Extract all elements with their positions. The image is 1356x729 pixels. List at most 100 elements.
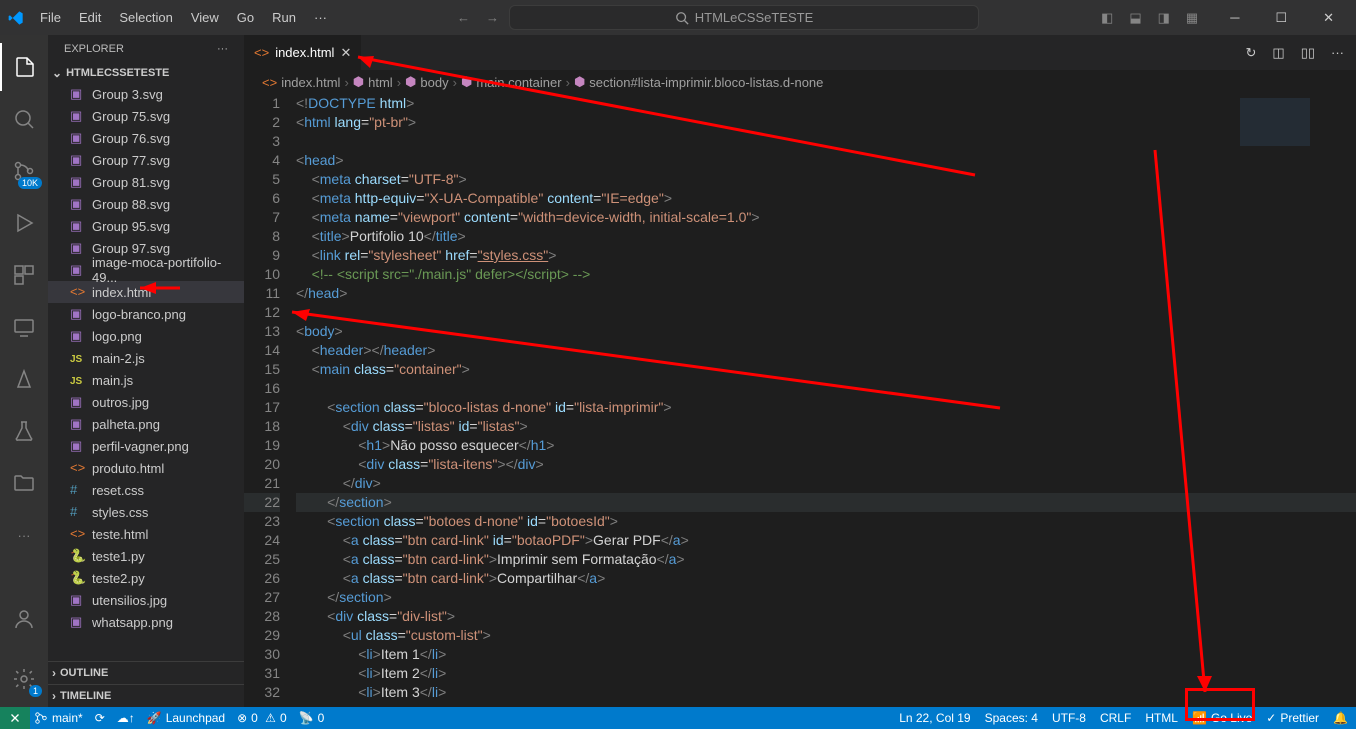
remote-button[interactable] [0,707,30,729]
search-panel-icon[interactable] [0,95,48,143]
minimap[interactable] [1236,94,1356,182]
prettier-status[interactable]: ✓ Prettier [1266,711,1319,725]
file-type-icon: ▣ [70,592,86,608]
remote-icon[interactable] [0,303,48,351]
file-item[interactable]: ▣whatsapp.png [48,611,244,633]
maximize-icon[interactable]: ☐ [1261,10,1301,26]
breadcrumb-item[interactable]: ⬢ section#lista-imprimir.bloco-listas.d-… [574,74,823,90]
lang-status[interactable]: HTML [1145,711,1178,725]
command-center[interactable]: HTMLeCSSeTESTE [509,5,979,30]
layout-secondary-icon[interactable]: ◨ [1158,10,1170,26]
file-type-icon: ▣ [70,86,86,102]
breadcrumb[interactable]: <> index.html›⬢ html›⬢ body›⬢ main.conta… [244,70,1356,94]
file-item[interactable]: 🐍teste1.py [48,545,244,567]
tab-more-icon[interactable]: ··· [1331,45,1344,61]
file-type-icon: ▣ [70,328,86,344]
layout-panel-icon[interactable]: ⬓ [1129,10,1141,26]
search-text: HTMLeCSSeTESTE [695,10,813,25]
tab-index[interactable]: <> index.html ✕ [244,35,362,70]
cloud-icon[interactable]: ☁↑ [117,711,135,725]
file-name: whatsapp.png [92,615,173,630]
timeline-section[interactable]: ›TIMELINE [48,684,244,707]
file-type-icon: 🐍 [70,548,86,564]
file-item[interactable]: ▣Group 81.svg [48,171,244,193]
extensions-icon[interactable] [0,251,48,299]
explorer-icon[interactable] [0,43,48,91]
minimize-icon[interactable]: ─ [1216,10,1253,25]
layout-primary-icon[interactable]: ◧ [1101,10,1113,26]
file-item[interactable]: #styles.css [48,501,244,523]
editor-area: <> index.html ✕ ↻ ◫ ▯▯ ··· <> index.html… [244,35,1356,707]
file-item[interactable]: ▣Group 75.svg [48,105,244,127]
flask-icon[interactable] [0,407,48,455]
account-icon[interactable] [0,595,48,643]
nav-back-icon[interactable]: ← [457,10,470,25]
more-icon[interactable]: ··· [0,511,48,559]
titlebar: File Edit Selection View Go Run ··· ← → … [0,0,1356,35]
folder-icon[interactable] [0,459,48,507]
breadcrumb-item[interactable]: ⬢ html [353,74,393,90]
tab-close-icon[interactable]: ✕ [340,45,351,61]
file-item[interactable]: ▣image-moca-portifolio-49... [48,259,244,281]
close-icon[interactable]: ✕ [1309,10,1348,26]
file-item[interactable]: ▣outros.jpg [48,391,244,413]
menu-edit[interactable]: Edit [71,6,109,29]
file-item[interactable]: 🐍teste2.py [48,567,244,589]
run-debug-icon[interactable] [0,199,48,247]
file-name: index.html [92,285,151,300]
file-item[interactable]: ▣Group 76.svg [48,127,244,149]
file-item[interactable]: ▣Group 88.svg [48,193,244,215]
file-name: Group 88.svg [92,197,170,212]
source-control-icon[interactable]: 10K [0,147,48,195]
file-item[interactable]: ▣perfil-vagner.png [48,435,244,457]
project-header[interactable]: ⌄HTMLECSSETESTE [48,63,244,83]
nav-forward-icon[interactable]: → [486,10,499,25]
spaces-status[interactable]: Spaces: 4 [985,711,1038,725]
layout-customize-icon[interactable]: ▦ [1186,10,1198,26]
menu-selection[interactable]: Selection [111,6,180,29]
tabs-bar: <> index.html ✕ ↻ ◫ ▯▯ ··· [244,35,1356,70]
azure-icon[interactable] [0,355,48,403]
code-editor[interactable]: <!DOCTYPE html><html lang="pt-br"><head>… [296,94,1356,707]
menu-more[interactable]: ··· [306,6,335,29]
file-item[interactable]: ▣logo.png [48,325,244,347]
file-item[interactable]: JSmain.js [48,369,244,391]
file-name: reset.css [92,483,144,498]
menu-view[interactable]: View [183,6,227,29]
notifications-icon[interactable]: 🔔 [1333,711,1348,725]
file-item[interactable]: ▣Group 77.svg [48,149,244,171]
menu-go[interactable]: Go [229,6,262,29]
file-item[interactable]: ▣logo-branco.png [48,303,244,325]
file-item[interactable]: ▣Group 95.svg [48,215,244,237]
file-item[interactable]: ▣Group 3.svg [48,83,244,105]
port-status[interactable]: 📡 0 [299,711,325,725]
file-item[interactable]: #reset.css [48,479,244,501]
file-item[interactable]: ▣palheta.png [48,413,244,435]
reopen-icon[interactable]: ↻ [1245,45,1256,61]
eol-status[interactable]: CRLF [1100,711,1131,725]
breadcrumb-item[interactable]: ⬢ main.container [461,74,562,90]
sidebar-more-icon[interactable]: ··· [217,43,228,55]
file-name: palheta.png [92,417,160,432]
file-type-icon: ▣ [70,108,86,124]
file-item[interactable]: JSmain-2.js [48,347,244,369]
file-item[interactable]: ▣utensilios.jpg [48,589,244,611]
split-icon[interactable]: ◫ [1272,45,1284,61]
menu-run[interactable]: Run [264,6,304,29]
branch-status[interactable]: main* [34,711,83,725]
cursor-position[interactable]: Ln 22, Col 19 [899,711,970,725]
vscode-icon [8,10,24,26]
file-type-icon: JS [70,350,86,366]
sync-icon[interactable]: ⟳ [95,711,105,725]
problems-status[interactable]: ⊗ 0 ⚠ 0 [237,711,287,725]
breadcrumb-item[interactable]: <> index.html [262,75,340,90]
file-item[interactable]: <>teste.html [48,523,244,545]
file-item[interactable]: <>produto.html [48,457,244,479]
outline-section[interactable]: ›OUTLINE [48,661,244,684]
launchpad-status[interactable]: 🚀 Launchpad [147,711,225,725]
compare-icon[interactable]: ▯▯ [1301,45,1315,61]
breadcrumb-item[interactable]: ⬢ body [405,74,449,90]
encoding-status[interactable]: UTF-8 [1052,711,1086,725]
settings-icon[interactable]: 1 [0,655,48,703]
menu-file[interactable]: File [32,6,69,29]
